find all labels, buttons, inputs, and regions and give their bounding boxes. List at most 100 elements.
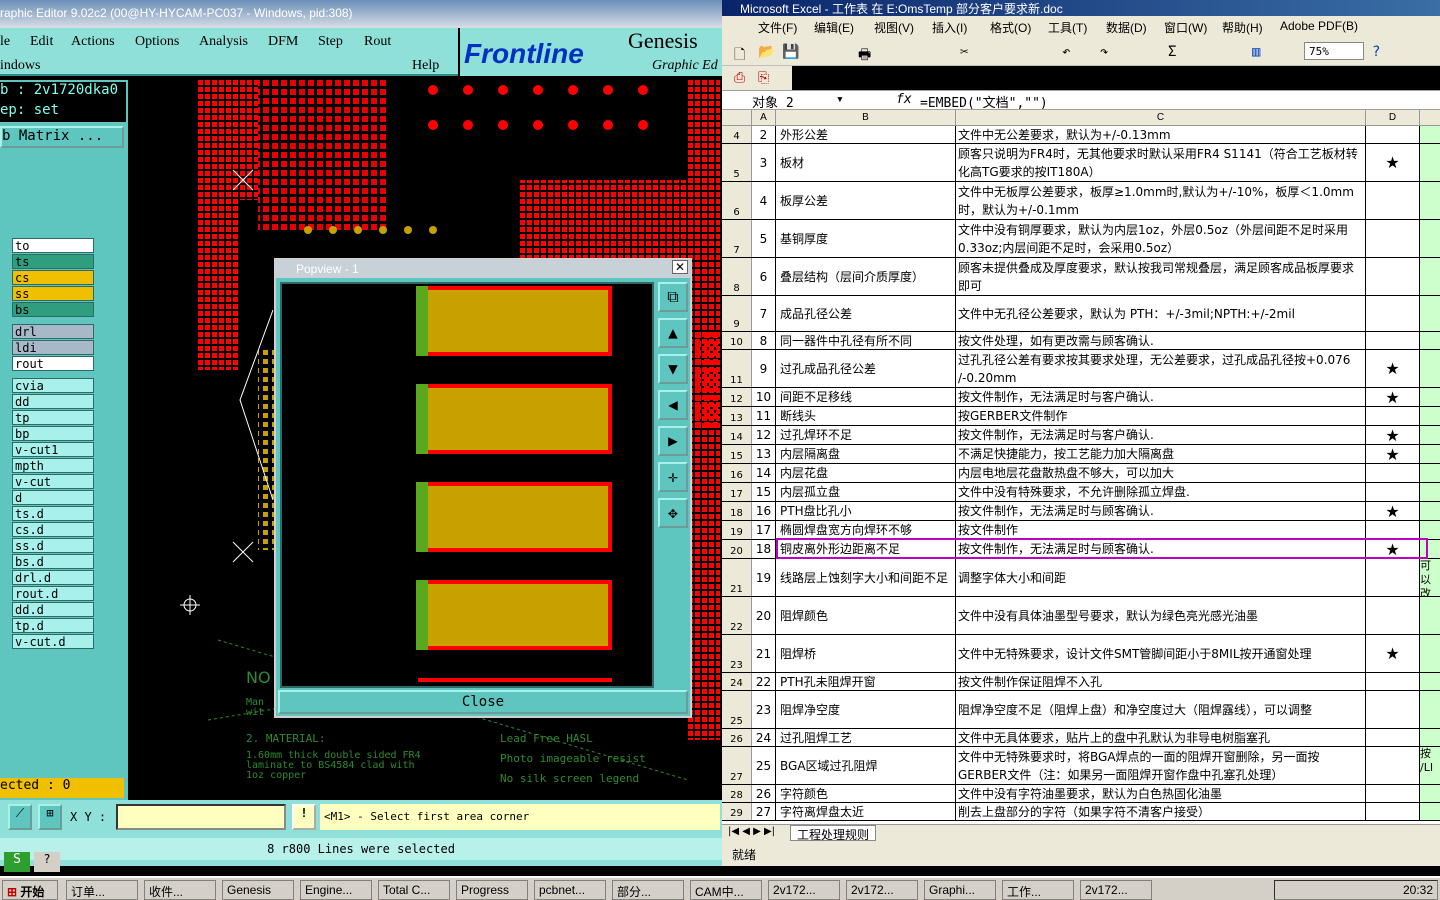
cell-b[interactable]: 阻焊桥 <box>776 635 956 672</box>
col-b[interactable]: B <box>776 110 956 126</box>
row-header[interactable]: 17 <box>722 483 752 501</box>
layer-ldi[interactable]: ldi <box>12 340 94 355</box>
cell-e[interactable] <box>1420 144 1440 181</box>
cell-d[interactable] <box>1366 729 1420 746</box>
cell-c[interactable]: 文件中无具体要求，贴片上的盘中孔默认为非导电树脂塞孔 <box>956 729 1366 746</box>
layer-ss[interactable]: ss <box>12 286 94 301</box>
zoom-select[interactable]: 75% <box>1304 42 1364 60</box>
menu-actions[interactable]: Actions <box>71 34 115 50</box>
taskbar-item[interactable]: CAM中... <box>690 880 762 900</box>
row-header[interactable]: 20 <box>722 540 752 558</box>
menu-help[interactable]: Help <box>412 58 439 74</box>
cell-d[interactable] <box>1366 673 1420 690</box>
xmenu-view[interactable]: 视图(V) <box>874 19 914 36</box>
taskbar-item[interactable]: Engine... <box>300 880 372 900</box>
cell-c[interactable]: 削去上盘部分的字符（如果字符不清客户接受） <box>956 803 1366 820</box>
taskbar-item[interactable]: 2v172... <box>768 880 840 900</box>
cell-a[interactable]: 5 <box>752 220 776 257</box>
col-d[interactable]: D <box>1366 110 1420 126</box>
cell-b[interactable]: 阻焊净空度 <box>776 691 956 728</box>
cell-a[interactable]: 20 <box>752 597 776 634</box>
cell-e[interactable] <box>1420 388 1440 406</box>
cell-b[interactable]: 字符离焊盘太近 <box>776 803 956 820</box>
taskbar-item[interactable]: 2v172... <box>846 880 918 900</box>
layer-cvia[interactable]: cvia <box>12 378 94 393</box>
layer-to[interactable]: to <box>12 238 94 253</box>
popview-view[interactable] <box>280 282 654 688</box>
row-header[interactable]: 27 <box>722 747 752 784</box>
sheet-nav-icon[interactable]: |◀ ◀ ▶ ▶| <box>728 826 775 837</box>
cell-a[interactable]: 7 <box>752 296 776 331</box>
row-header[interactable]: 22 <box>722 597 752 634</box>
cell-c[interactable]: 内层电地层花盘散热盘不够大，可以加大 <box>956 464 1366 482</box>
xmenu-format[interactable]: 格式(O) <box>990 19 1031 36</box>
cell-e[interactable] <box>1420 597 1440 634</box>
cell-c[interactable]: 不满足快捷能力，按工艺能力加大隔离盘 <box>956 445 1366 463</box>
cell-e[interactable]: 可以 改变 按 <box>1420 559 1440 596</box>
taskbar-item[interactable]: Progress <box>456 880 528 900</box>
pan-right-icon[interactable]: ▶ <box>658 426 688 456</box>
cell-b[interactable]: 过孔焊环不足 <box>776 426 956 444</box>
row-header[interactable]: 4 <box>722 126 752 143</box>
select-all[interactable] <box>722 110 752 126</box>
zoom-fit-icon[interactable]: ⧉ <box>658 282 688 312</box>
cell-c[interactable]: 按文件制作，无法满足时与客户确认. <box>956 388 1366 406</box>
matrix-button[interactable]: b Matrix ... <box>0 126 124 148</box>
pdf-mail-icon[interactable]: ⎘ <box>758 70 769 86</box>
row-header[interactable]: 24 <box>722 673 752 690</box>
cell-d[interactable]: ★ <box>1366 350 1420 387</box>
row-header[interactable]: 29 <box>722 803 752 820</box>
row-header[interactable]: 16 <box>722 464 752 482</box>
cell-a[interactable]: 9 <box>752 350 776 387</box>
layer-cs-d[interactable]: cs.d <box>12 522 94 537</box>
cell-a[interactable]: 13 <box>752 445 776 463</box>
col-a[interactable]: A <box>752 110 776 126</box>
cell-b[interactable]: BGA区域过孔阻焊 <box>776 747 956 784</box>
cell-d[interactable]: ★ <box>1366 540 1420 559</box>
name-box[interactable]: 对象 2 <box>752 92 848 111</box>
cell-a[interactable]: 4 <box>752 182 776 219</box>
cell-d[interactable]: ★ <box>1366 426 1420 445</box>
cell-b[interactable]: 间距不足移线 <box>776 388 956 406</box>
layer-cs[interactable]: cs <box>12 270 94 285</box>
step-field[interactable]: ep: set <box>0 102 126 122</box>
cell-a[interactable]: 11 <box>752 407 776 425</box>
cell-c[interactable]: 文件中无公差要求，默认为+/-0.13mm <box>956 126 1366 143</box>
cell-d[interactable] <box>1366 464 1420 482</box>
cell-d[interactable] <box>1366 182 1420 219</box>
xmenu-help[interactable]: 帮助(H) <box>1222 19 1263 36</box>
cell-e[interactable] <box>1420 502 1440 520</box>
menu-options[interactable]: Options <box>135 34 179 50</box>
cell-d[interactable]: ★ <box>1366 502 1420 521</box>
menu-edit[interactable]: Edit <box>30 34 53 50</box>
cell-b[interactable]: 线路层上蚀刻字大小和间距不足 <box>776 559 956 596</box>
pan-down-icon[interactable]: ▼ <box>658 354 688 384</box>
cell-c[interactable]: 按文件制作 <box>956 521 1366 539</box>
xmenu-tools[interactable]: 工具(T) <box>1048 19 1087 36</box>
cell-b[interactable]: 成品孔径公差 <box>776 296 956 331</box>
cell-b[interactable]: 内层花盘 <box>776 464 956 482</box>
cell-c[interactable]: 文件中无板厚公差要求，板厚≥1.0mm时,默认为+/-10%，板厚＜1.0mm时… <box>956 182 1366 219</box>
cell-d[interactable] <box>1366 258 1420 295</box>
help-icon[interactable]: ? <box>34 852 60 872</box>
menu-file[interactable]: le <box>0 34 10 50</box>
layer-tp-d[interactable]: tp.d <box>12 618 94 633</box>
cell-a[interactable]: 21 <box>752 635 776 672</box>
row-header[interactable]: 19 <box>722 521 752 539</box>
open-icon[interactable]: 📂 <box>758 44 775 60</box>
spreadsheet-grid[interactable]: 4 2 外形公差 文件中无公差要求，默认为+/-0.13mm 5 3 板材 顾客只说明为FR4… <box>722 126 1440 824</box>
cell-c[interactable]: 按文件制作，无法满足时与顾客确认. <box>956 540 1366 558</box>
xmenu-edit[interactable]: 编辑(E) <box>814 19 854 36</box>
layer-dd[interactable]: dd <box>12 394 94 409</box>
xy-input[interactable] <box>116 804 286 830</box>
layer-bp[interactable]: bp <box>12 426 94 441</box>
layer-bs[interactable]: bs <box>12 302 94 317</box>
cell-d[interactable] <box>1366 407 1420 425</box>
menu-windows[interactable]: indows <box>0 58 40 74</box>
layer-d[interactable]: d <box>12 490 94 505</box>
cell-c[interactable]: 按文件制作，无法满足时与顾客确认. <box>956 502 1366 520</box>
row-header[interactable]: 10 <box>722 332 752 349</box>
cell-d[interactable]: ★ <box>1366 445 1420 464</box>
cell-a[interactable]: 8 <box>752 332 776 349</box>
grid-icon[interactable]: ⊞ <box>38 804 62 830</box>
